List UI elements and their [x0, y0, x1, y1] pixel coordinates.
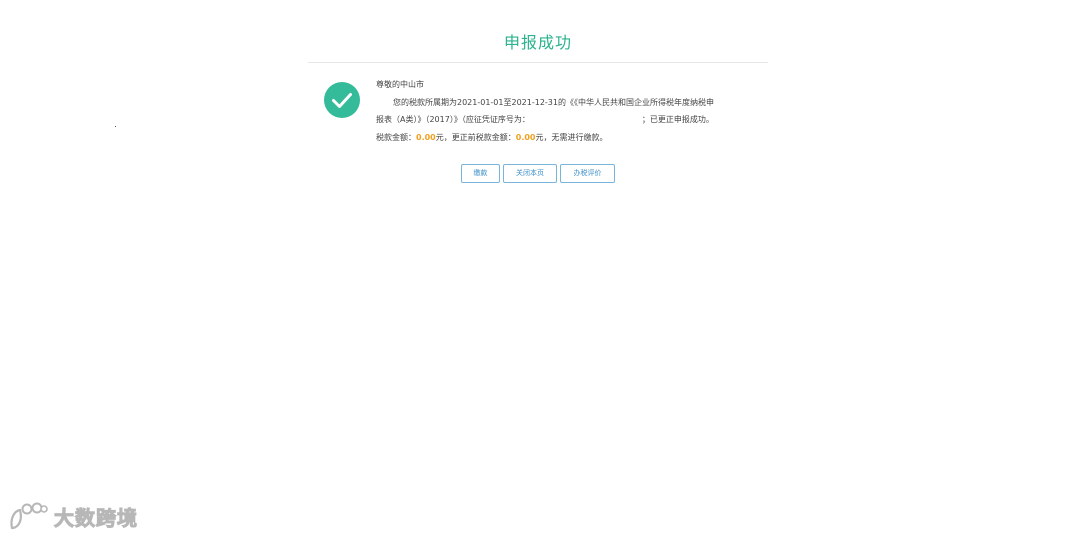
- close-page-button[interactable]: 关闭本页: [503, 164, 557, 183]
- result-message: 尊敬的中山市 您的税款所属期为2021-01-01至2021-12-31的《《中…: [376, 76, 768, 146]
- pay-button[interactable]: 缴款: [461, 164, 500, 183]
- prev-tax-amount: 0.00: [515, 132, 536, 142]
- watermark: 大数跨境: [8, 500, 138, 532]
- tax-amount-label: 税款金额：: [376, 132, 416, 142]
- message-line-3: 税款金额：0.00元，更正前税款金额：0.00元，无需进行缴款。: [376, 129, 768, 147]
- title-divider: [308, 62, 768, 63]
- page-title: 申报成功: [503, 33, 572, 52]
- action-buttons: 缴款 关闭本页 办税评价: [461, 164, 615, 183]
- watermark-text: 大数跨境: [54, 505, 138, 530]
- check-circle-icon: [324, 82, 360, 118]
- stray-dot: [115, 126, 116, 127]
- message-line-1: 您的税款所属期为2021-01-01至2021-12-31的《《中华人民共和国企…: [393, 97, 714, 107]
- prev-amount-label: 元，更正前税款金额：: [435, 132, 516, 142]
- message-line-2-start: 报表（A类）》（2017）》（应征凭证序号为：: [376, 115, 530, 124]
- greeting: 尊敬的中山市: [376, 80, 424, 89]
- page: 申报成功 尊敬的中山市 您的税款所属期为2021-01-01至2021-12-3…: [0, 0, 1080, 536]
- tax-amount: 0.00: [416, 132, 436, 142]
- message-line-2-end: ；已更正申报成功。: [641, 115, 714, 124]
- logo-icon: [10, 502, 48, 530]
- no-payment-note: 元，无需进行缴款。: [535, 132, 608, 142]
- message-line-2: 报表（A类）》（2017）》（应征凭证序号为： ；已更正申报成功。: [376, 111, 768, 129]
- evaluate-button[interactable]: 办税评价: [560, 164, 615, 183]
